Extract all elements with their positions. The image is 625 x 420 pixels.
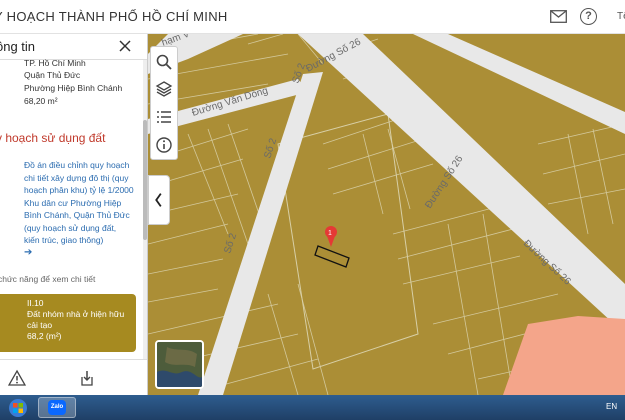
collapse-panel-button[interactable] (148, 175, 170, 225)
land-use-card[interactable]: II.10 Đất nhóm nhà ở hiện hữu cải tạo 68… (0, 294, 136, 352)
zalo-icon: Zalo (48, 400, 66, 415)
address-ward: Phường Hiệp Bình Chánh (24, 83, 123, 93)
function-hint: chức năng để xem chi tiết (0, 274, 96, 284)
close-icon[interactable] (118, 39, 132, 53)
planning-map: Đường Số 26 Đường Số 26 Đường Số 26 Số 2… (148, 34, 625, 395)
layers-icon[interactable] (154, 79, 174, 99)
land-code: II.10 (27, 298, 44, 308)
list-icon[interactable] (154, 107, 174, 127)
arrow-right-icon[interactable]: ➔ (24, 247, 32, 258)
header-bar: Y HOẠCH THÀNH PHỐ HỒ CHÍ MINH ? Tê (0, 0, 625, 34)
panel-footer (0, 359, 147, 395)
address-district: Quận Thủ Đức (24, 70, 81, 80)
help-icon[interactable]: ? (580, 8, 597, 25)
language-indicator[interactable]: EN (606, 402, 617, 411)
land-name-line1: Đất nhóm nhà ở hiện hữu (27, 309, 125, 319)
satellite-thumbnail-icon (157, 342, 202, 387)
land-area: 68,2 (m²) (27, 331, 62, 341)
header-more-text[interactable]: Tê (617, 11, 625, 22)
map-canvas[interactable]: Đường Số 26 Đường Số 26 Đường Số 26 Số 2… (148, 34, 625, 395)
panel-header: ông tin (0, 34, 147, 60)
warning-icon[interactable] (8, 369, 26, 387)
mail-icon[interactable] (550, 10, 567, 23)
panel-scrollbar[interactable] (143, 60, 147, 359)
panel-title: ông tin (0, 39, 36, 54)
download-icon[interactable] (78, 369, 96, 387)
taskbar-zalo-button[interactable]: Zalo (38, 397, 76, 418)
planning-document-link[interactable]: Đồ án điều chỉnh quy hoạch chi tiết xây … (24, 159, 134, 247)
marker-label: 1 (328, 230, 332, 237)
scrollbar-thumb[interactable] (143, 120, 147, 240)
info-panel: ông tin TP. Hồ Chí Minh Quận Thủ Đức Phư… (0, 34, 148, 395)
search-icon[interactable] (154, 52, 174, 72)
land-name-line2: cải tạo (27, 320, 53, 330)
start-button-icon[interactable] (4, 398, 32, 418)
app-title: Y HOẠCH THÀNH PHỐ HỒ CHÍ MINH (0, 9, 228, 24)
land-use-section-title: y hoạch sử dụng đất (0, 131, 106, 145)
basemap-toggle[interactable] (155, 340, 204, 389)
address-city: TP. Hồ Chí Minh (24, 58, 86, 68)
info-icon[interactable] (154, 135, 174, 155)
map-toolbar (150, 46, 178, 160)
taskbar: Zalo EN (0, 395, 625, 420)
app-window: Y HOẠCH THÀNH PHỐ HỒ CHÍ MINH ? Tê (0, 0, 625, 420)
address-area: 68,20 m² (24, 96, 58, 106)
